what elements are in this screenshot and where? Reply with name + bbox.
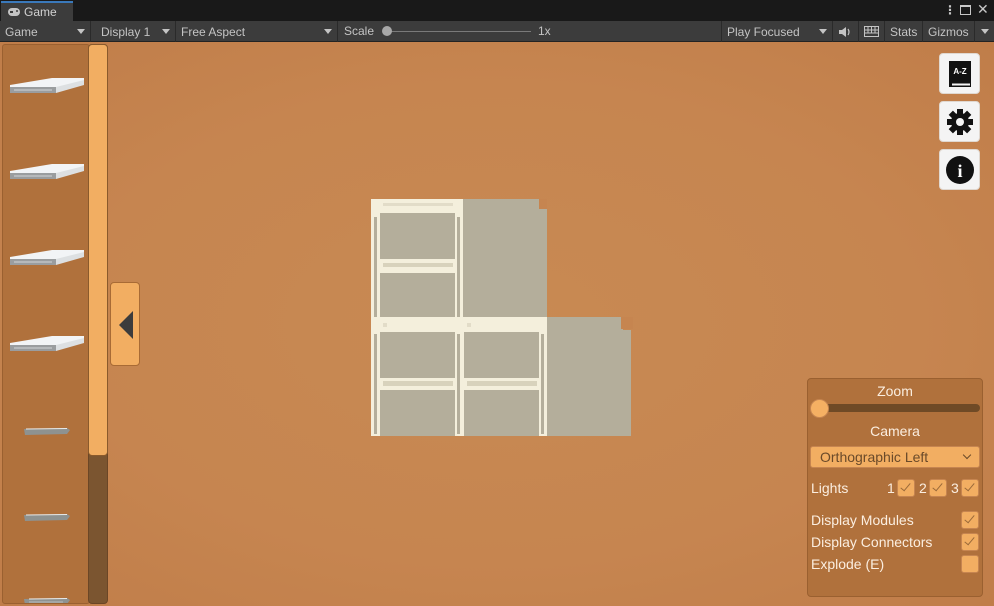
info-label: i <box>957 161 962 181</box>
checkmark-icon <box>900 480 911 492</box>
keyboard-icon <box>864 26 879 37</box>
chevron-down-icon <box>819 29 827 34</box>
camera-select-value: Orthographic Left <box>820 449 929 465</box>
scale-slider-handle[interactable] <box>382 26 392 36</box>
camera-title: Camera <box>870 423 920 439</box>
framed-module <box>463 317 547 436</box>
view-select-label: Game <box>5 24 38 39</box>
aspect-select[interactable]: Free Aspect <box>176 21 338 42</box>
gizmos-label: Gizmos <box>928 24 969 39</box>
more-options-icon[interactable]: ⋮ <box>944 3 956 17</box>
module-thumbnail[interactable] <box>23 426 71 436</box>
book-az-icon: A-Z <box>948 60 971 87</box>
explode-label: Explode (E) <box>811 556 885 572</box>
display-select[interactable]: Display 1 <box>96 21 176 42</box>
mute-audio-button[interactable] <box>833 21 859 42</box>
display-connectors-checkbox[interactable] <box>961 533 979 551</box>
explode-checkbox[interactable] <box>961 555 979 573</box>
view-settings-panel: Zoom Camera Orthographic Left Lights 1 2… <box>807 378 983 597</box>
gizmos-dropdown[interactable] <box>975 21 994 42</box>
zoom-title: Zoom <box>877 383 913 399</box>
triangle-left-icon <box>119 311 133 339</box>
catalog-scrollbar[interactable] <box>88 44 108 604</box>
tab-label: Game <box>24 5 57 19</box>
framed-module <box>371 199 463 317</box>
display-select-label: Display 1 <box>101 24 151 39</box>
game-viewport[interactable]: A-Z i Zoom Camera Orthographic Left Ligh… <box>0 42 994 606</box>
zoom-slider[interactable] <box>820 404 980 412</box>
display-modules-checkbox[interactable] <box>961 511 979 529</box>
checkmark-icon <box>964 512 975 524</box>
light-1-label: 1 <box>887 480 895 496</box>
settings-button[interactable] <box>939 101 980 142</box>
keyboard-button[interactable] <box>859 21 885 42</box>
checkmark-icon <box>964 480 975 492</box>
lights-label: Lights <box>811 480 849 496</box>
maximize-icon[interactable] <box>960 5 971 15</box>
scale-label: Scale <box>344 24 375 38</box>
stats-label: Stats <box>890 24 918 39</box>
light-2-label: 2 <box>919 480 927 496</box>
module-thumbnail[interactable] <box>8 161 84 181</box>
tab-bar: Game ⋮ ✕ <box>0 0 994 21</box>
zoom-slider-handle[interactable] <box>810 399 829 418</box>
module-thumbnail[interactable] <box>23 596 71 604</box>
display-modules-label: Display Modules <box>811 512 914 528</box>
light-2-checkbox[interactable] <box>929 479 947 497</box>
module-thumbnail[interactable] <box>8 75 84 95</box>
close-icon[interactable]: ✕ <box>977 2 989 16</box>
chevron-down-icon <box>324 29 332 34</box>
light-3-label: 3 <box>951 480 959 496</box>
speaker-icon <box>839 26 850 37</box>
module-thumbnail[interactable] <box>8 333 84 353</box>
checkmark-icon <box>932 480 943 492</box>
play-mode-label: Play Focused <box>727 24 800 39</box>
module-thumbnail[interactable] <box>23 512 71 522</box>
gizmos-button[interactable]: Gizmos <box>923 21 975 42</box>
tab-game[interactable]: Game <box>1 1 73 21</box>
glossary-button[interactable]: A-Z <box>939 53 980 94</box>
display-connectors-label: Display Connectors <box>811 534 933 550</box>
module-thumbnail[interactable] <box>8 247 84 267</box>
book-az-label: A-Z <box>953 67 966 76</box>
camera-select[interactable]: Orthographic Left <box>810 446 980 468</box>
checkmark-icon <box>964 534 975 546</box>
aspect-select-label: Free Aspect <box>181 24 246 39</box>
chevron-down-icon <box>962 450 972 460</box>
module-catalog <box>2 44 90 604</box>
chevron-down-icon <box>77 29 85 34</box>
light-1-checkbox[interactable] <box>897 479 915 497</box>
framed-module <box>371 317 463 436</box>
chevron-down-icon <box>162 29 170 34</box>
game-toolbar: Game Display 1 Free Aspect Scale 1x Play… <box>0 21 994 42</box>
stats-button[interactable]: Stats <box>885 21 923 42</box>
light-3-checkbox[interactable] <box>961 479 979 497</box>
collapse-catalog-button[interactable] <box>110 282 140 366</box>
gear-icon <box>946 108 973 135</box>
scale-slider[interactable] <box>388 31 531 32</box>
chevron-down-icon <box>981 29 989 34</box>
gamepad-icon <box>8 8 20 16</box>
view-select[interactable]: Game <box>0 21 91 42</box>
play-mode-select[interactable]: Play Focused <box>721 21 833 42</box>
module-assembly[interactable] <box>371 199 633 437</box>
scale-value: 1x <box>538 24 551 38</box>
game-window: Game ⋮ ✕ Game Display 1 Free Aspect Scal… <box>0 0 994 606</box>
info-icon: i <box>945 155 974 184</box>
catalog-scrollbar-thumb[interactable] <box>88 44 108 456</box>
info-button[interactable]: i <box>939 149 980 190</box>
